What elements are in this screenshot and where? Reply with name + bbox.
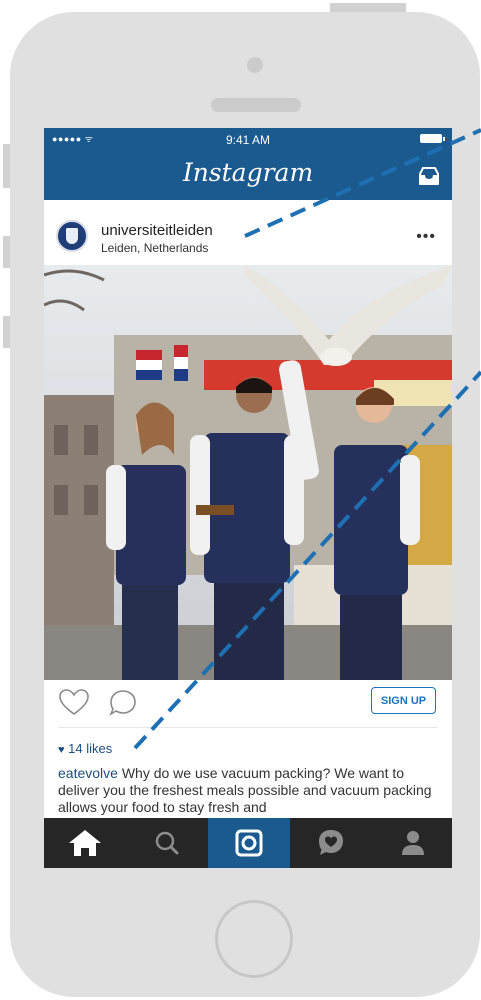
tab-search[interactable]: [126, 818, 208, 868]
caption-username[interactable]: eatevolve: [58, 765, 118, 781]
likes-heart-icon: ♥: [58, 744, 65, 756]
volume-down-button[interactable]: [3, 316, 10, 348]
profile-icon: [402, 831, 424, 855]
post-action-bar: SIGN UP: [44, 680, 452, 730]
status-bar: ●●●●● ᯤ 9:41 AM: [44, 128, 452, 150]
photo-illustration: [44, 265, 452, 680]
power-button[interactable]: [330, 3, 406, 12]
divider: [58, 727, 438, 728]
tab-camera[interactable]: [208, 818, 290, 868]
likes-count[interactable]: ♥ 14 likes: [58, 741, 112, 756]
mute-switch[interactable]: [3, 144, 10, 188]
search-icon: [155, 831, 179, 855]
post-location[interactable]: Leiden, Netherlands: [101, 241, 208, 255]
post-caption: eatevolve Why do we use vacuum packing? …: [58, 765, 443, 816]
post-header: universiteitleiden Leiden, Netherlands •…: [44, 200, 452, 264]
sign-up-button[interactable]: SIGN UP: [371, 687, 436, 714]
post-photo[interactable]: [44, 265, 452, 680]
app-logo: Instagram: [182, 158, 314, 187]
bottom-tab-bar: [44, 818, 452, 868]
inbox-tray-icon[interactable]: [418, 166, 440, 186]
volume-up-button[interactable]: [3, 236, 10, 268]
top-navbar: Instagram: [44, 150, 452, 200]
likes-label: 14 likes: [68, 741, 113, 756]
clock: 9:41 AM: [225, 133, 271, 147]
camera-icon: [235, 829, 263, 857]
comment-icon[interactable]: [108, 688, 138, 718]
tab-profile[interactable]: [372, 818, 452, 868]
tab-activity[interactable]: [290, 818, 372, 868]
earpiece-speaker: [211, 98, 301, 112]
crest-icon: [66, 228, 78, 244]
app-screen: ●●●●● ᯤ 9:41 AM Instagram universiteitle…: [44, 128, 452, 868]
battery-icon: [420, 134, 445, 143]
more-options-icon[interactable]: •••: [416, 228, 436, 246]
home-icon: [69, 830, 101, 856]
heart-icon[interactable]: [58, 688, 90, 716]
tab-home[interactable]: [44, 818, 126, 868]
activity-icon: [319, 830, 343, 855]
post-username[interactable]: universiteitleiden: [101, 222, 213, 239]
front-camera: [247, 57, 263, 73]
avatar[interactable]: [56, 220, 88, 252]
home-button[interactable]: [215, 900, 293, 978]
